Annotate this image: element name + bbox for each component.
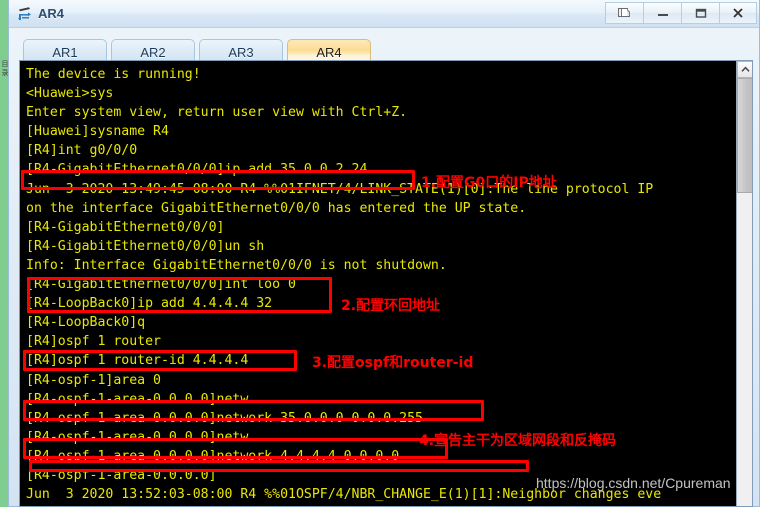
close-icon: [733, 8, 743, 18]
terminal-line: [R4]int g0/0/0: [26, 143, 138, 159]
tab-label: AR4: [316, 45, 342, 60]
terminal-line: [R4-GigabitEthernet0/0/0]int loo 0: [26, 277, 296, 293]
tab-label: AR1: [52, 45, 78, 60]
terminal-line: [R4-GigabitEthernet0/0/0]: [26, 219, 225, 235]
window-controls: [605, 2, 757, 24]
tab-label: AR3: [228, 45, 254, 60]
terminal-line: [R4]ospf 1 router: [26, 334, 161, 350]
terminal-line: <Huawei>sys: [26, 86, 114, 102]
terminal-line: The device is running!: [26, 67, 201, 82]
terminal-line: [Huawei]sysname R4: [26, 124, 169, 140]
terminal-line: [R4-ospf-1-area-0.0.0.0]network 35.0.0.0…: [26, 410, 423, 426]
scroll-thumb[interactable]: [737, 78, 752, 193]
window-title: AR4: [38, 6, 65, 21]
annotation-note-4: 4.宣告主干为区域网段和反掩码: [419, 433, 617, 449]
terminal-panel: The device is running! <Huawei>sys Enter…: [19, 60, 753, 507]
terminal-line: [R4-ospf-1-area-0.0.0.0]netw: [26, 429, 249, 445]
terminal-line: [R4-GigabitEthernet0/0/0]un sh: [26, 238, 265, 254]
close-button[interactable]: [719, 2, 757, 24]
terminal-line: [R4-ospf-1-area-0.0.0.0]network 4.4.4.4 …: [26, 448, 400, 464]
annotation-note-1: 1.配置G0口的IP地址: [421, 175, 557, 191]
minimize-icon: [657, 14, 668, 16]
terminal-line: Jun 3 2020 13:52:03-08:00 R4 %%01OSPF/4/…: [26, 487, 662, 503]
annotation-note-3: 3.配置ospf和router-id: [312, 355, 474, 371]
router-icon: [15, 4, 35, 24]
terminal-line: [R4-LoopBack0]q: [26, 315, 146, 331]
chevron-up-icon: [740, 66, 750, 72]
minimize-button[interactable]: [643, 2, 681, 24]
screenshot-root: 目录 AR4 AR1 AR2 AR3 AR4 The device is run…: [0, 0, 760, 507]
terminal-line: on the interface GigabitEthernet0/0/0 ha…: [26, 200, 527, 216]
terminal-line: nt: neighbor status changed. (ProcessId=…: [26, 504, 737, 506]
scroll-up-button[interactable]: [737, 61, 752, 78]
terminal-line: Jun 3 2020 13:49:45-08:00 R4 %%01IFNET/4…: [26, 181, 654, 197]
maximize-icon: [695, 8, 706, 18]
terminal-line: [R4-ospf-1-area-0.0.0.0]netw: [26, 391, 249, 407]
ar4-window: AR4 AR1 AR2 AR3 AR4 The device is runnin…: [8, 0, 760, 507]
terminal-line: [R4-ospf-1]area 0: [26, 372, 161, 388]
restore-icon: [617, 8, 630, 17]
title-bar: AR4: [9, 0, 759, 28]
annotation-note-2: 2.配置环回地址: [341, 298, 441, 314]
tab-label: AR2: [140, 45, 166, 60]
terminal-line: [R4-ospf-1-area-0.0.0.0]: [26, 467, 217, 483]
terminal-line: [R4-GigabitEthernet0/0/0]ip add 35.0.0.2…: [26, 162, 368, 178]
terminal-scrollbar[interactable]: [736, 61, 752, 506]
restore-button[interactable]: [605, 2, 643, 24]
maximize-button[interactable]: [681, 2, 719, 24]
terminal-line: Enter system view, return user view with…: [26, 105, 408, 121]
terminal-output[interactable]: The device is running! <Huawei>sys Enter…: [20, 61, 737, 506]
terminal-line: Info: Interface GigabitEthernet0/0/0 is …: [26, 257, 447, 273]
